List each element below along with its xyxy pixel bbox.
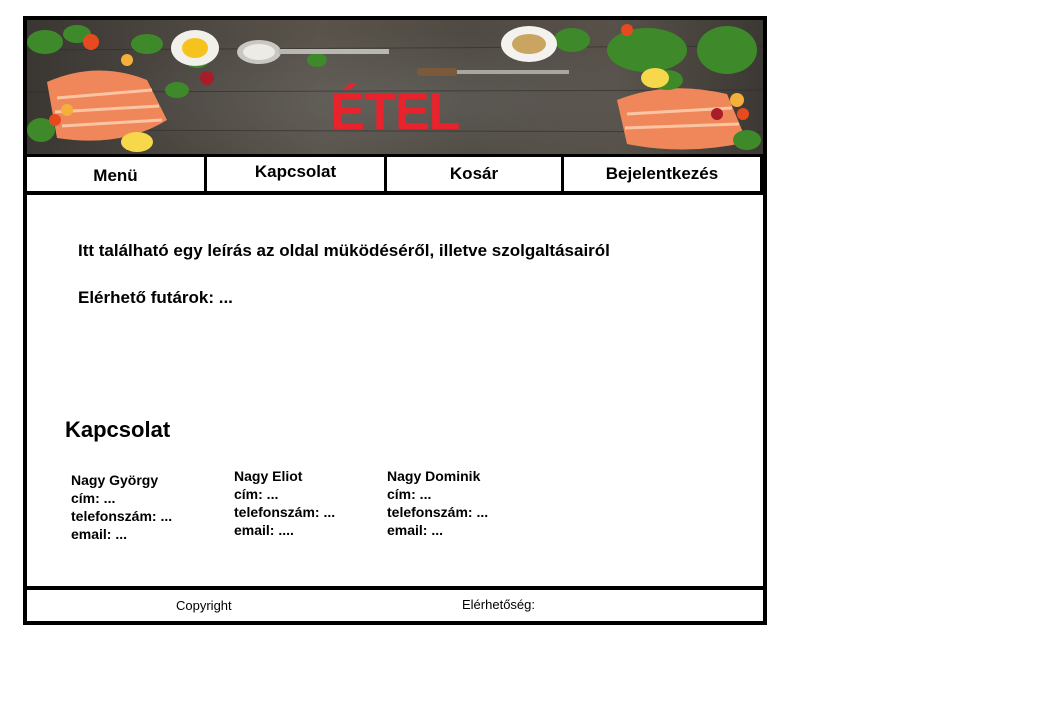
nav-menu[interactable]: Menü — [27, 157, 204, 191]
nav-cart[interactable]: Kosár — [387, 157, 561, 191]
person-phone: telefonszám: ... — [71, 508, 173, 524]
copyright-text: Copyright — [176, 598, 232, 613]
person-email: email: ... — [387, 522, 444, 538]
contact-person: Nagy Dominik cím: ... telefonszám: ... e… — [387, 467, 488, 539]
person-name: Nagy Dominik — [387, 468, 481, 484]
person-address: cím: ... — [71, 490, 116, 506]
contact-heading: Kapcsolat — [65, 417, 171, 442]
reach-label: Elérhetőség: — [462, 597, 535, 612]
site-description: Itt található egy leírás az oldal müködé… — [78, 241, 610, 260]
page-frame: ÉTEL Menü Kapcsolat Kosár Bejelentkezés … — [23, 16, 767, 625]
person-phone: telefonszám: ... — [387, 504, 489, 520]
person-phone: telefonszám: ... — [234, 504, 336, 520]
site-title: ÉTEL — [330, 83, 461, 141]
person-email: email: ... — [71, 526, 128, 542]
available-couriers: Elérhető futárok: ... — [78, 288, 233, 307]
person-name: Nagy György — [71, 472, 159, 488]
contact-person: Nagy György cím: ... telefonszám: ... em… — [71, 471, 172, 543]
page-footer: Copyright Elérhetőség: — [27, 590, 763, 621]
header-banner: ÉTEL — [27, 20, 763, 154]
main-content: Itt található egy leírás az oldal müködé… — [27, 195, 763, 586]
person-address: cím: ... — [234, 486, 279, 502]
nav-contact[interactable]: Kapcsolat — [207, 157, 384, 191]
contact-person: Nagy Eliot cím: ... telefonszám: ... ema… — [234, 467, 335, 539]
egg-bowl — [171, 30, 219, 66]
nav-login[interactable]: Bejelentkezés — [564, 157, 760, 191]
person-email: email: .... — [234, 522, 294, 538]
person-address: cím: ... — [387, 486, 432, 502]
spice-bowl — [501, 26, 557, 62]
person-name: Nagy Eliot — [234, 468, 303, 484]
main-nav: Menü Kapcsolat Kosár Bejelentkezés — [27, 157, 763, 191]
